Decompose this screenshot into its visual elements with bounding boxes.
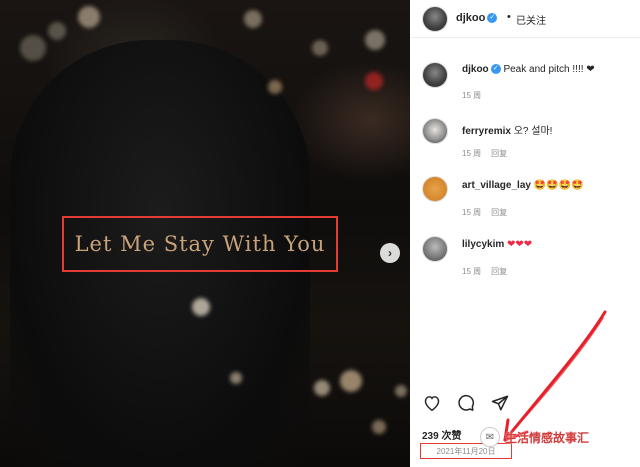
reply-button[interactable]: 回复	[491, 267, 507, 276]
comment-item: lilycykim ❤❤❤	[462, 239, 532, 250]
avatar[interactable]	[422, 118, 448, 144]
overlay-annotation-box: Let Me Stay With You	[62, 216, 338, 272]
next-arrow-icon[interactable]: ›	[380, 243, 400, 263]
verified-icon: ✓	[487, 13, 498, 24]
comment-item: djkoo ✓ Peak and pitch !!!! ❤	[462, 64, 595, 75]
wechat-icon: ✉	[480, 427, 500, 447]
comment-meta: 15 周 回复	[462, 148, 507, 159]
comment-time[interactable]: 15 周	[462, 91, 481, 100]
comment-time[interactable]: 15 周	[462, 149, 481, 158]
bokeh-light	[244, 10, 262, 28]
bokeh-light	[314, 380, 330, 396]
bokeh-light	[20, 35, 46, 61]
reply-button[interactable]: 回复	[491, 208, 507, 217]
comment-time[interactable]: 15 周	[462, 267, 481, 276]
separator-dot: •	[507, 11, 511, 23]
overlay-title: Let Me Stay With You	[74, 232, 326, 256]
verified-icon: ✓	[490, 64, 501, 75]
bokeh-light	[230, 372, 242, 384]
comment-meta: 15 周	[462, 90, 481, 101]
comment-item: ferryremix 오? 설마!	[462, 122, 552, 137]
watermark: ✉ 生活情感故事汇	[480, 427, 589, 447]
comment-body: Peak and pitch !!!! ❤	[503, 64, 595, 75]
bokeh-light	[395, 385, 407, 397]
bokeh-light	[268, 80, 282, 94]
comment-body: 🤩🤩🤩🤩	[533, 180, 584, 191]
follow-status-button[interactable]: 已关注	[516, 12, 546, 27]
comment-username[interactable]: art_village_lay	[462, 180, 531, 191]
avatar[interactable]	[422, 176, 448, 202]
comment-username[interactable]: lilycykim	[462, 239, 504, 250]
bokeh-light	[365, 72, 383, 90]
avatar[interactable]	[422, 62, 448, 88]
comment-username[interactable]: ferryremix	[462, 126, 511, 137]
header-username[interactable]: djkoo ✓	[456, 12, 498, 24]
share-icon[interactable]	[490, 393, 510, 413]
comment-meta: 15 周 回复	[462, 207, 507, 218]
post-photo: Let Me Stay With You ›	[0, 0, 410, 467]
bokeh-light	[340, 370, 362, 392]
bokeh-light	[372, 420, 386, 434]
avatar[interactable]	[422, 236, 448, 262]
watermark-text: 生活情感故事汇	[505, 430, 590, 445]
comment-icon[interactable]	[456, 393, 476, 413]
bokeh-light	[48, 22, 66, 40]
bokeh-light	[365, 30, 385, 50]
post-date: 2021年11月20日	[436, 446, 496, 456]
avatar[interactable]	[422, 6, 448, 32]
comment-time[interactable]: 15 周	[462, 208, 481, 217]
comment-username[interactable]: djkoo	[462, 64, 489, 75]
reply-button[interactable]: 回复	[491, 149, 507, 158]
post-actions	[422, 393, 510, 413]
comment-body: 오? 설마!	[513, 126, 553, 137]
post-header: djkoo ✓ • 已关注	[410, 0, 640, 38]
comment-item: art_village_lay 🤩🤩🤩🤩	[462, 180, 584, 191]
comment-body: ❤❤❤	[507, 239, 533, 250]
bokeh-light	[78, 6, 100, 28]
bokeh-light	[192, 298, 210, 316]
comment-meta: 15 周 回复	[462, 266, 507, 277]
bokeh-light	[312, 40, 328, 56]
header-username-text[interactable]: djkoo	[456, 12, 485, 24]
post-side-panel: djkoo ✓ • 已关注 djkoo ✓ Peak and pitch !!!! …	[410, 0, 640, 467]
heart-icon[interactable]	[422, 393, 442, 413]
like-count[interactable]: 239 次赞	[422, 427, 461, 442]
